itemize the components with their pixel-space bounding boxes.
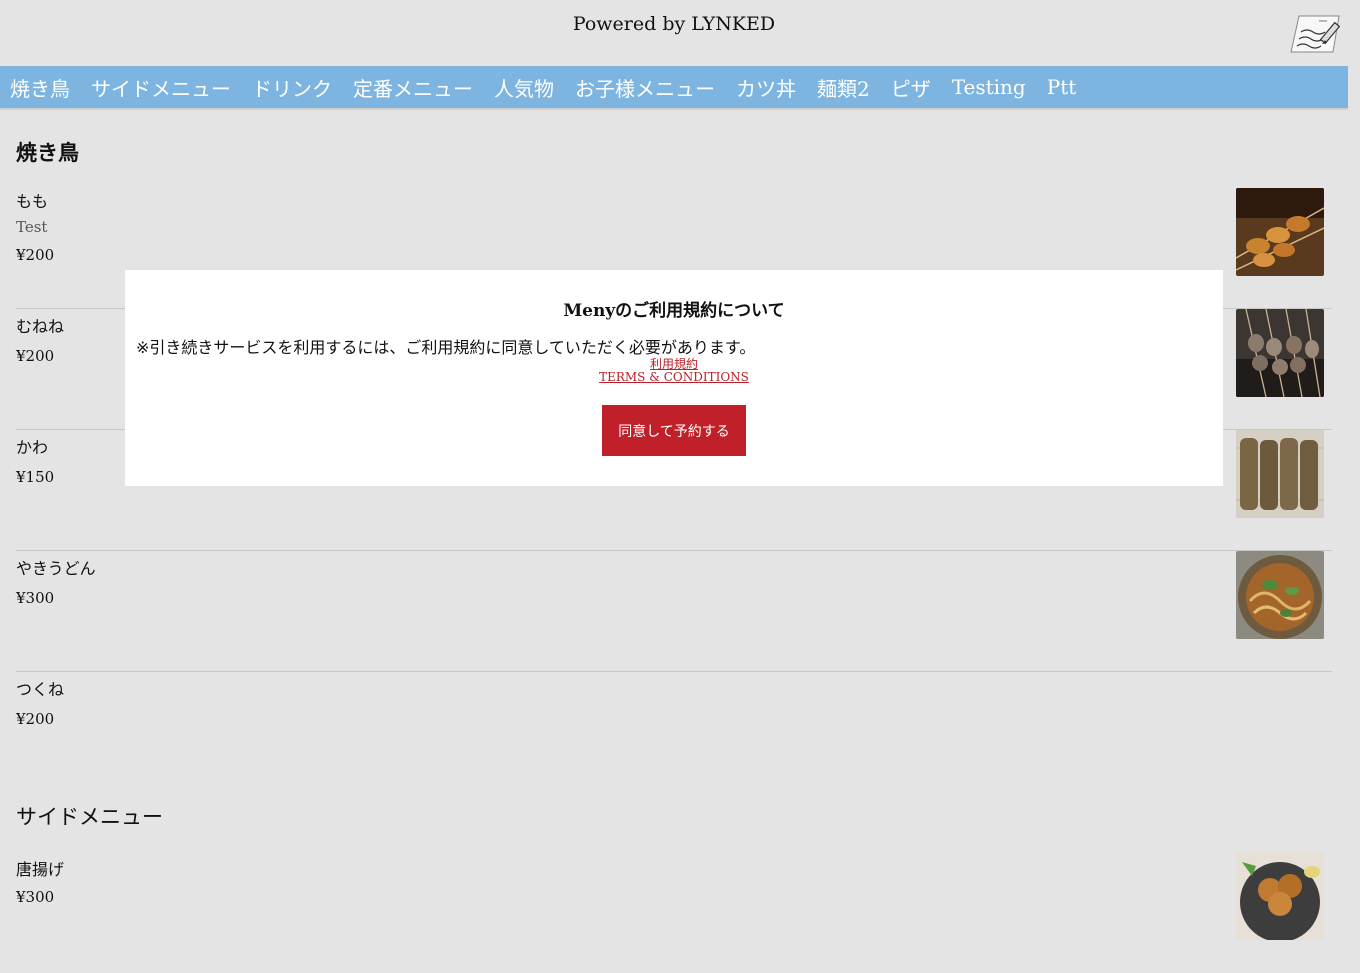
nav-item-side-menu[interactable]: サイドメニュー (91, 73, 231, 102)
item-price: ¥300 (16, 888, 55, 906)
item-price: ¥150 (16, 468, 55, 486)
category-nav: 焼き鳥 サイドメニュー ドリンク 定番メニュー 人気物 お子様メニュー カツ丼 … (0, 66, 1348, 110)
item-price: ¥200 (16, 347, 55, 365)
nav-item-standard-menu[interactable]: 定番メニュー (353, 73, 473, 102)
modal-title: Menyのご利用規約について (563, 301, 785, 321)
item-name: つくね (16, 680, 65, 699)
item-price: ¥200 (16, 710, 55, 728)
item-price: ¥200 (16, 246, 55, 264)
item-price: ¥300 (16, 589, 55, 607)
item-thumbnail (1236, 309, 1324, 397)
section-title: 焼き鳥 (16, 141, 79, 165)
item-name: むねね (16, 317, 65, 336)
nav-item-drink[interactable]: ドリンク (252, 73, 332, 102)
header: Powered by LYNKED (0, 0, 1360, 66)
item-name: かわ (16, 438, 49, 457)
item-thumbnail (1236, 551, 1324, 639)
nav-item-yakitori[interactable]: 焼き鳥 (10, 73, 70, 102)
nav-item-popular[interactable]: 人気物 (494, 73, 554, 102)
nav-item-ptt[interactable]: Ptt (1047, 75, 1077, 99)
terms-link-en[interactable]: TERMS & CONDITIONS (125, 370, 1223, 384)
notepad-pen-icon[interactable] (1289, 12, 1345, 56)
nav-item-testing[interactable]: Testing (952, 75, 1026, 99)
nav-item-pizza[interactable]: ピザ (891, 73, 931, 102)
item-name: やきうどん (16, 559, 96, 578)
section-title: サイドメニュー (16, 805, 163, 829)
item-thumbnail (1236, 852, 1324, 940)
item-name: もも (16, 192, 49, 211)
item-thumbnail (1236, 188, 1324, 276)
menu-item[interactable]: 唐揚げ ¥300 (16, 852, 1332, 973)
item-thumbnail (1236, 430, 1324, 518)
menu-item[interactable]: つくね ¥200 (16, 672, 1332, 793)
nav-item-kids-menu[interactable]: お子様メニュー (575, 73, 715, 102)
terms-modal: Menyのご利用規約について ※引き続きサービスを利用するには、ご利用規約に同意… (125, 270, 1223, 486)
item-name: 唐揚げ (16, 860, 65, 879)
nav-item-katsudon[interactable]: カツ丼 (736, 73, 796, 102)
item-description: Test (16, 218, 48, 236)
menu-item[interactable]: やきうどん ¥300 (16, 551, 1332, 672)
powered-by-text: Powered by LYNKED (572, 13, 776, 35)
agree-and-reserve-button[interactable]: 同意して予約する (602, 405, 746, 456)
nav-item-noodles2[interactable]: 麺類2 (817, 73, 870, 102)
